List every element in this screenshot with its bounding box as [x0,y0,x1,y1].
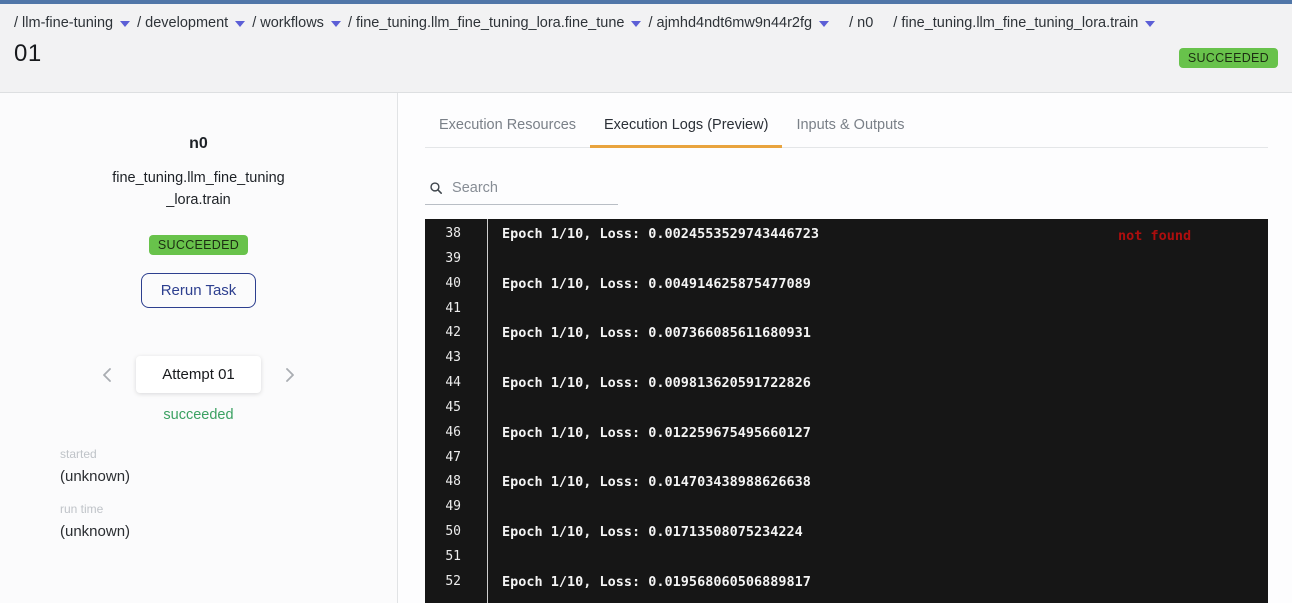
breadcrumb-label: / ajmhd4ndt6mw9n44r2fg [648,15,812,31]
chevron-right-icon [285,367,295,383]
dropdown-arrow-icon [1145,21,1155,27]
log-lines: not found Epoch 1/10, Loss: 0.0024553529… [488,219,1268,603]
page-title: 01 [14,40,1278,68]
log-line [502,446,1268,471]
log-line-number: 42 [425,321,487,346]
log-line [502,396,1268,421]
breadcrumb-item[interactable]: / n0 [849,15,873,31]
log-line: Epoch 1/10, Loss: 0.01713508075234224 [502,520,1268,545]
log-line-number: 46 [425,421,487,446]
breadcrumb-item[interactable]: / fine_tuning.llm_fine_tuning_lora.fine_… [348,15,642,31]
log-line: Epoch 1/10, Loss: 0.012259675495660127 [502,421,1268,446]
log-line-number: 45 [425,396,487,421]
breadcrumb-item[interactable]: / ajmhd4ndt6mw9n44r2fg [648,15,829,31]
tab-execution-resources[interactable]: Execution Resources [425,105,590,148]
previous-attempt-button[interactable] [100,365,114,385]
log-line-number: 41 [425,297,487,322]
node-id: n0 [0,135,397,153]
attempt-label[interactable]: Attempt 01 [136,356,261,393]
log-line-number: 48 [425,470,487,495]
log-error-text: not found [1118,224,1191,249]
log-line-numbers: 383940414243444546474849505152 [425,219,488,603]
log-line-number: 38 [425,222,487,247]
log-line [502,495,1268,520]
breadcrumb-item[interactable]: / workflows [252,15,341,31]
meta-field-label: run time [60,502,397,516]
log-line-number: 43 [425,346,487,371]
tab-execution-logs-preview[interactable]: Execution Logs (Preview) [590,105,782,148]
tab-inputs-outputs[interactable]: Inputs & Outputs [782,105,918,148]
log-search [425,180,618,205]
breadcrumb-item[interactable]: / development [137,15,245,31]
task-name: fine_tuning.llm_fine_tuning _lora.train [0,167,397,211]
breadcrumb-label: / llm-fine-tuning [14,15,113,31]
meta-fields: started (unknown) run time (unknown) [60,447,397,540]
log-line-number: 50 [425,520,487,545]
log-line [502,247,1268,272]
attempt-status: succeeded [0,407,397,423]
log-line: Epoch 1/10, Loss: 0.004914625875477089 [502,272,1268,297]
breadcrumb-label: / development [137,15,228,31]
log-line-number: 49 [425,495,487,520]
breadcrumb-label: / fine_tuning.llm_fine_tuning_lora.train [893,15,1138,31]
log-line-number: 51 [425,545,487,570]
meta-field-value: (unknown) [60,468,397,485]
breadcrumb-label: / fine_tuning.llm_fine_tuning_lora.fine_… [348,15,625,31]
breadcrumb-label: / n0 [849,15,873,31]
attempt-navigation: Attempt 01 [0,356,397,393]
log-line [502,545,1268,570]
log-line-number: 39 [425,247,487,272]
log-line: Epoch 1/10, Loss: 0.019568060506889817 [502,570,1268,595]
tabs-row: Execution ResourcesExecution Logs (Previ… [425,105,1268,148]
dropdown-arrow-icon [235,21,245,27]
chevron-left-icon [102,367,112,383]
dropdown-arrow-icon [819,21,829,27]
breadcrumb-item[interactable]: / fine_tuning.llm_fine_tuning_lora.train [893,15,1155,31]
next-attempt-button[interactable] [283,365,297,385]
dropdown-arrow-icon [631,21,641,27]
meta-field-value: (unknown) [60,523,397,540]
log-line: Epoch 1/10, Loss: 0.007366085611680931 [502,321,1268,346]
task-status-badge: SUCCEEDED [149,235,248,255]
log-line [502,346,1268,371]
log-line-number: 47 [425,446,487,471]
meta-field-label: started [60,447,397,461]
task-detail-panel: n0 fine_tuning.llm_fine_tuning _lora.tra… [0,93,398,603]
log-line [502,297,1268,322]
breadcrumb: / llm-fine-tuning / development / workflow… [14,4,1278,31]
page-header: / llm-fine-tuning / development / workflow… [0,4,1292,93]
dropdown-arrow-icon [331,21,341,27]
content-area: n0 fine_tuning.llm_fine_tuning _lora.tra… [0,93,1292,603]
log-line-number: 40 [425,272,487,297]
execution-detail-panel: Execution ResourcesExecution Logs (Previ… [398,93,1292,603]
breadcrumb-label: / workflows [252,15,324,31]
log-line: Epoch 1/10, Loss: 0.014703438988626638 [502,470,1268,495]
status-badge: SUCCEEDED [1179,48,1278,68]
search-icon [429,180,443,196]
log-line-number: 52 [425,570,487,595]
rerun-task-button[interactable]: Rerun Task [141,273,257,308]
log-line: Epoch 1/10, Loss: 0.009813620591722826 [502,371,1268,396]
dropdown-arrow-icon [120,21,130,27]
breadcrumb-item[interactable]: / llm-fine-tuning [14,15,130,31]
search-input[interactable] [452,180,616,196]
log-line-number: 44 [425,371,487,396]
log-console[interactable]: 383940414243444546474849505152 not found… [425,219,1268,603]
